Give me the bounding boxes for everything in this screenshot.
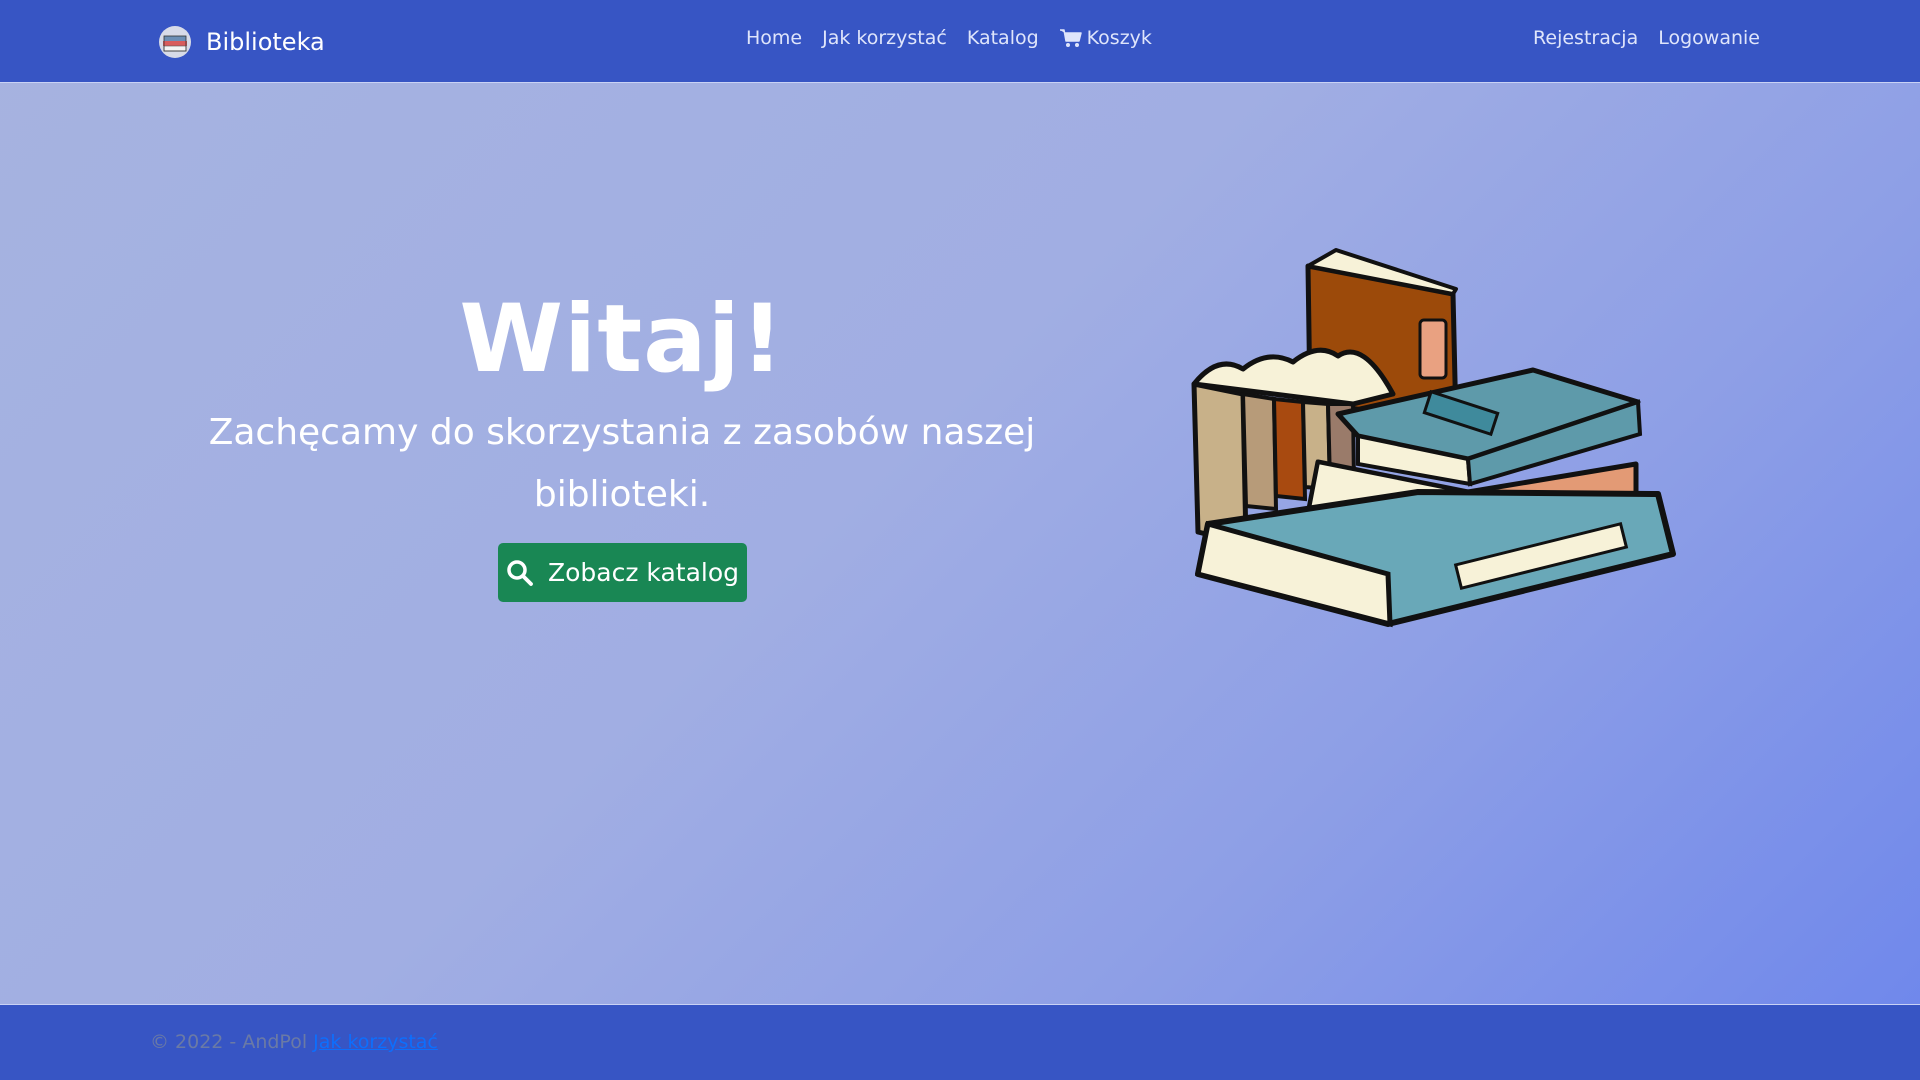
nav-link-catalog[interactable]: Katalog [967,27,1039,49]
hero-title: Witaj! [459,285,785,394]
hero-subtitle: Zachęcamy do skorzystania z zasobów nasz… [208,412,1036,515]
books-logo-icon [159,26,191,58]
cart-icon [1059,29,1082,47]
navbar: Biblioteka Home Jak korzystać Katalog Ko… [0,0,1920,83]
brand-link[interactable]: Biblioteka [158,22,325,62]
view-catalog-button[interactable]: Zobacz katalog [498,543,747,602]
account-nav: Rejestracja Logowanie [1513,27,1760,49]
books-illustration [1191,248,1676,628]
nav-link-register[interactable]: Rejestracja [1533,27,1638,49]
footer: © 2022 - AndPol Jak korzystać [0,1004,1920,1080]
nav-link-login[interactable]: Logowanie [1658,27,1760,49]
cart-label: Koszyk [1086,27,1152,49]
nav-link-home[interactable]: Home [746,27,802,49]
footer-link-how-to-use[interactable]: Jak korzystać [313,1031,438,1053]
brand-name: Biblioteka [206,28,325,56]
nav-link-how-to-use[interactable]: Jak korzystać [822,27,947,49]
search-icon [507,559,533,586]
view-catalog-label: Zobacz katalog [547,558,739,587]
footer-text: © 2022 - AndPol Jak korzystać [150,1031,438,1053]
hero-text: Witaj! Zachęcamy do skorzystania z zasob… [172,270,1072,526]
nav-link-cart[interactable]: Koszyk [1059,27,1152,49]
footer-copyright: © 2022 - AndPol [150,1031,308,1053]
main-nav: Home Jak korzystać Katalog Koszyk [746,27,1152,49]
